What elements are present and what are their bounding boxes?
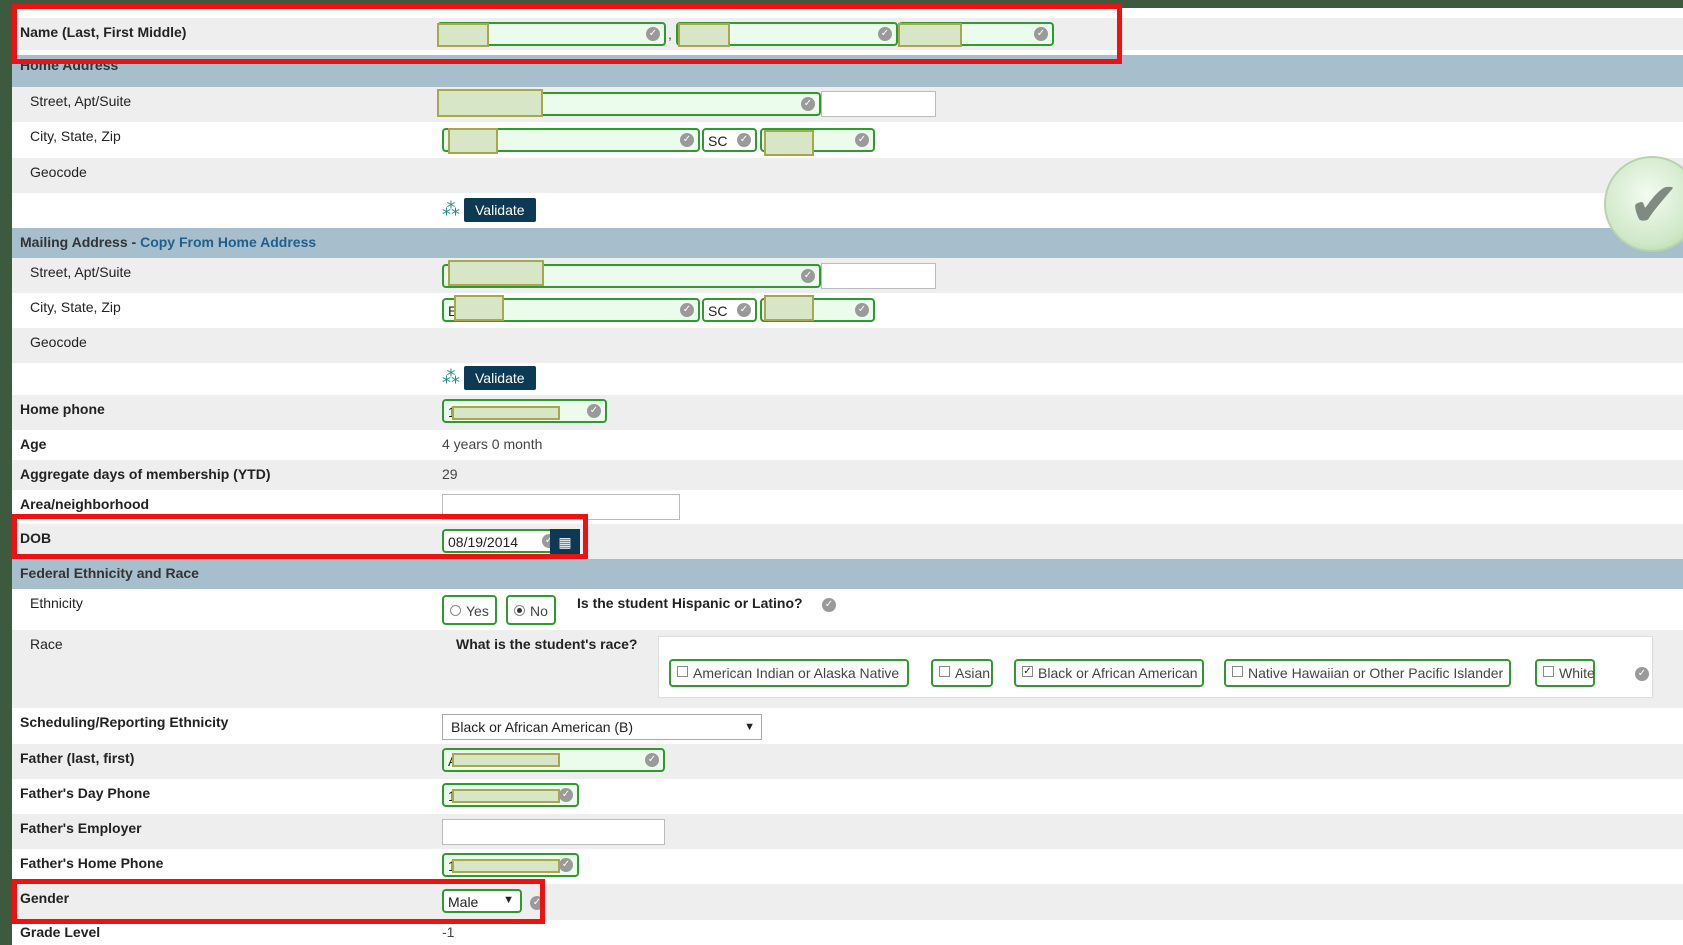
home-geocode-row: Geocode	[12, 158, 1683, 193]
ethnicity-section-title: Federal Ethnicity and Race	[20, 565, 199, 581]
check-circle-icon: ✓	[855, 133, 869, 147]
hispanic-question: Is the student Hispanic or Latino?	[577, 595, 803, 611]
highlight-name	[12, 4, 1122, 64]
redacted-block	[448, 260, 544, 286]
highlight-dob	[12, 514, 588, 559]
highlight-gender	[12, 879, 545, 924]
home-city-label: City, State, Zip	[30, 128, 121, 144]
age-label: Age	[20, 436, 47, 452]
father-employer-label: Father's Employer	[20, 820, 142, 836]
aggregate-row: Aggregate days of membership (YTD) 29	[12, 460, 1683, 490]
age-row: Age 4 years 0 month	[12, 430, 1683, 460]
race-row: Race What is the student's race? America…	[12, 630, 1683, 708]
copy-from-home-link[interactable]: Copy From Home Address	[140, 234, 316, 250]
check-circle-icon: ✓	[1635, 667, 1649, 681]
mailing-apt-input[interactable]	[821, 263, 936, 289]
age-value: 4 years 0 month	[442, 436, 543, 452]
race-asian-checkbox[interactable]: Asian	[931, 659, 993, 687]
check-circle-icon: ✓	[559, 788, 573, 802]
race-american-indian-checkbox[interactable]: American Indian or Alaska Native	[669, 659, 909, 687]
race-label: Race	[30, 636, 63, 652]
check-circle-icon: ✓	[855, 303, 869, 317]
father-employer-row: Father's Employer	[12, 814, 1683, 849]
student-demographics-form: Name (Last, First Middle) ✓ , ✓ ✓ Home A…	[12, 4, 1683, 945]
check-circle-icon: ✓	[680, 133, 694, 147]
check-circle-icon: ✓	[680, 303, 694, 317]
sched-ethnicity-row: Scheduling/Reporting Ethnicity Black or …	[12, 708, 1683, 744]
race-options-panel: American Indian or Alaska Native Asian ✓…	[658, 636, 1653, 698]
ethnicity-yes-radio[interactable]: Yes	[442, 595, 497, 625]
mailing-validate-button[interactable]: Validate	[464, 366, 536, 390]
area-label: Area/neighborhood	[20, 496, 150, 512]
redacted-block	[448, 128, 498, 154]
father-employer-input[interactable]	[442, 819, 665, 845]
mailing-street-row: Street, Apt/Suite ✓	[12, 258, 1683, 293]
check-circle-icon: ✓	[645, 753, 659, 767]
grade-level-label: Grade Level	[20, 924, 101, 940]
sched-ethnicity-select[interactable]: Black or African American (B) ▼	[442, 714, 762, 740]
redacted-block	[437, 89, 543, 117]
home-validate-button[interactable]: Validate	[464, 198, 536, 222]
check-circle-icon: ✓	[559, 858, 573, 872]
grade-level-value: -1	[442, 924, 455, 940]
ethnicity-section: Federal Ethnicity and Race	[12, 559, 1683, 589]
molecule-icon: ⁂	[442, 199, 460, 219]
race-question: What is the student's race?	[456, 636, 638, 652]
race-white-checkbox[interactable]: White	[1535, 659, 1595, 687]
home-validate-row: ⁂ Validate	[12, 193, 1683, 228]
check-circle-icon: ✓	[737, 303, 751, 317]
mailing-state-input[interactable]: SC ✓	[702, 298, 757, 322]
check-circle-icon: ✓	[587, 404, 601, 418]
home-city-row: City, State, Zip ✓ SC ✓ ✓	[12, 122, 1683, 158]
mailing-validate-row: ⁂ Validate	[12, 363, 1683, 395]
home-street-label: Street, Apt/Suite	[30, 93, 132, 109]
molecule-icon: ⁂	[442, 367, 460, 387]
check-circle-icon: ✓	[801, 269, 815, 283]
home-geocode-label: Geocode	[30, 164, 87, 180]
father-name-row: Father (last, first) A✓	[12, 744, 1683, 779]
father-home-phone-label: Father's Home Phone	[20, 855, 164, 871]
check-circle-icon: ✓	[801, 97, 815, 111]
mailing-address-section: Mailing Address - Copy From Home Address	[12, 228, 1683, 258]
ethnicity-label: Ethnicity	[30, 595, 83, 611]
check-circle-icon: ✓	[737, 133, 751, 147]
redacted-block	[764, 130, 814, 156]
father-day-phone-label: Father's Day Phone	[20, 785, 151, 801]
redacted-block	[452, 789, 560, 803]
home-apt-input[interactable]	[821, 91, 936, 117]
mailing-geocode-row: Geocode	[12, 328, 1683, 363]
sched-ethnicity-label: Scheduling/Reporting Ethnicity	[20, 714, 229, 730]
check-circle-icon: ✓	[822, 598, 836, 612]
mailing-geocode-label: Geocode	[30, 334, 87, 350]
redacted-block	[452, 406, 560, 420]
redacted-block	[452, 859, 560, 873]
home-phone-label: Home phone	[20, 401, 105, 417]
father-name-label: Father (last, first)	[20, 750, 135, 766]
aggregate-value: 29	[442, 466, 458, 482]
redacted-block	[454, 295, 504, 321]
aggregate-label: Aggregate days of membership (YTD)	[20, 466, 271, 482]
home-state-input[interactable]: SC ✓	[702, 128, 757, 152]
home-phone-row: Home phone 1✓	[12, 395, 1683, 430]
race-pacific-islander-checkbox[interactable]: Native Hawaiian or Other Pacific Islande…	[1224, 659, 1511, 687]
mailing-city-label: City, State, Zip	[30, 299, 121, 315]
mailing-address-title: Mailing Address - Copy From Home Address	[20, 234, 317, 250]
home-street-row: Street, Apt/Suite ✓	[12, 87, 1683, 122]
mailing-street-label: Street, Apt/Suite	[30, 264, 132, 280]
father-day-phone-row: Father's Day Phone 1✓	[12, 779, 1683, 814]
ethnicity-row: Ethnicity Yes No Is the student Hispanic…	[12, 589, 1683, 630]
race-black-checkbox[interactable]: ✓ Black or African American	[1014, 659, 1204, 687]
mailing-city-row: City, State, Zip E ✓ SC ✓ ✓	[12, 293, 1683, 328]
ethnicity-no-radio[interactable]: No	[506, 595, 556, 625]
redacted-block	[764, 295, 814, 321]
redacted-block	[452, 753, 560, 767]
